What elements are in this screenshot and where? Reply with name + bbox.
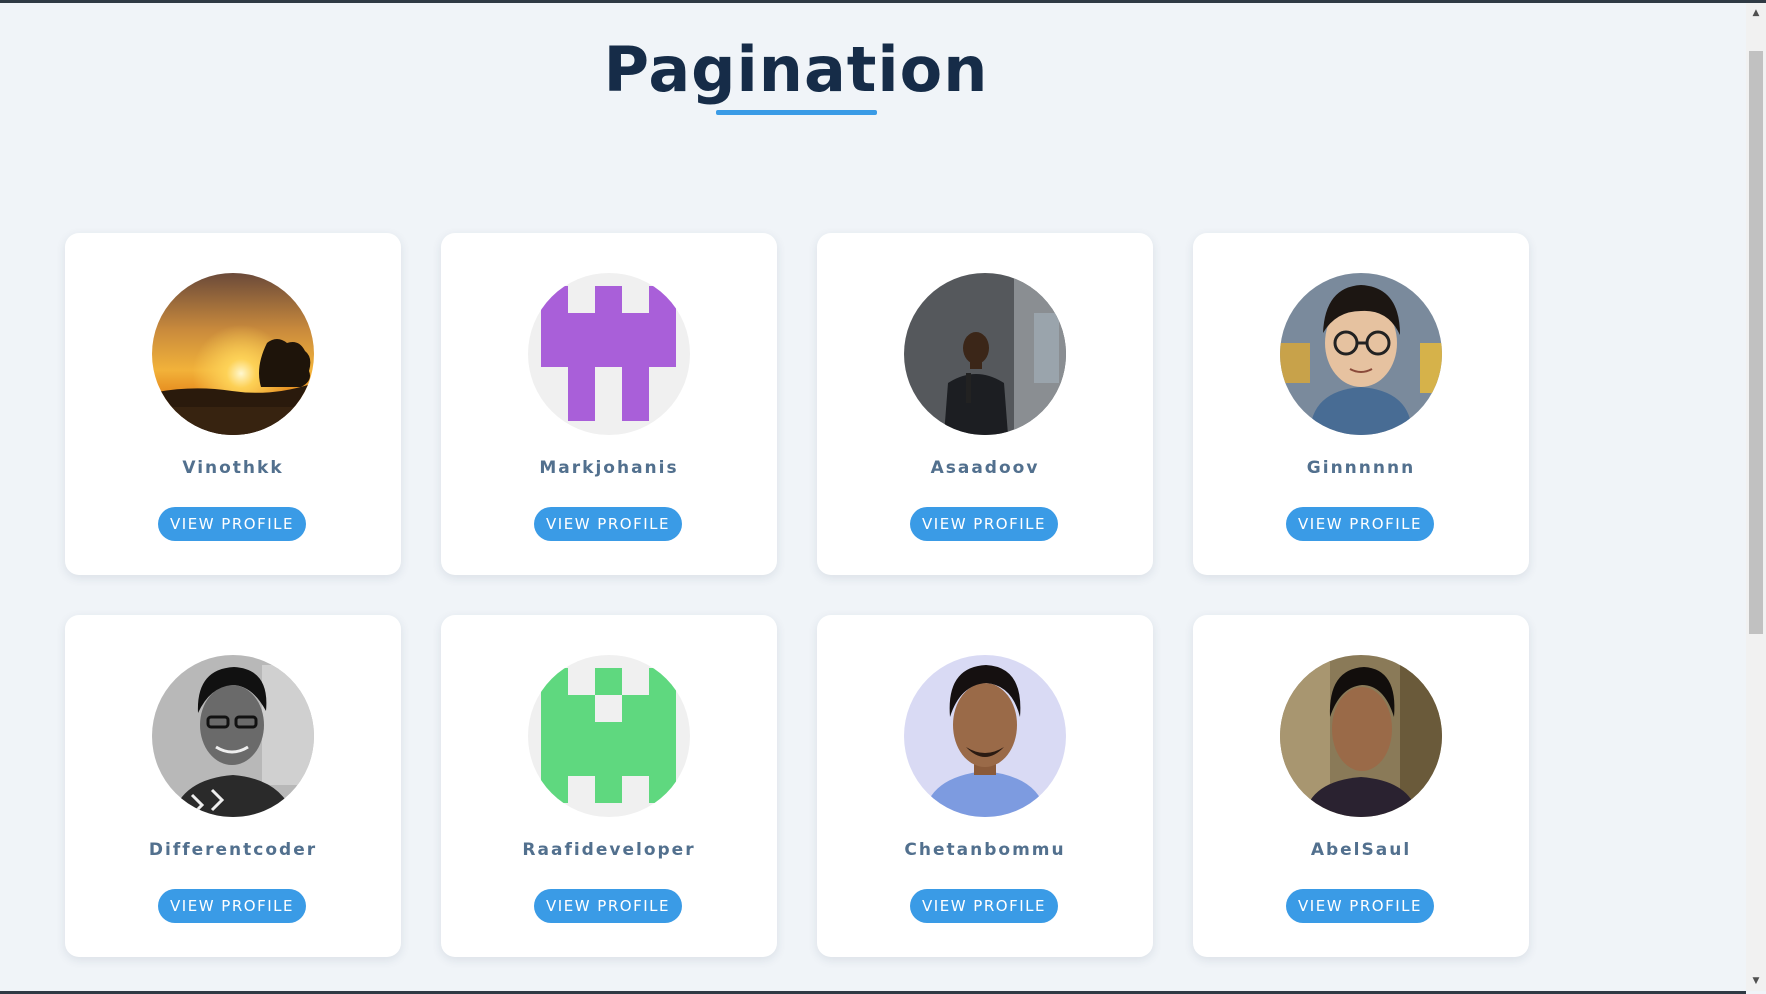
chevron-down-icon[interactable]: ▼ [1746, 973, 1766, 989]
sunset-photo-avatar [152, 273, 314, 435]
profile-card: Vinothkk VIEW PROFILE [65, 233, 401, 575]
view-profile-button[interactable]: VIEW PROFILE [910, 507, 1058, 541]
profile-name: Asaadoov [930, 458, 1040, 478]
view-profile-button[interactable]: VIEW PROFILE [534, 507, 682, 541]
avatar [1280, 655, 1442, 817]
avatar [152, 655, 314, 817]
profile-name: AbelSaul [1310, 840, 1412, 860]
title-underline [716, 110, 877, 115]
page-title: Pagination [603, 33, 989, 106]
profile-name: Markjohanis [539, 458, 679, 478]
main-content: Pagination Vinothkk VIEW PROFILE Markjoh… [0, 3, 1746, 991]
profile-name: Vinothkk [182, 458, 284, 478]
glasses-person-photo-avatar [1280, 273, 1442, 435]
profile-card: AbelSaul VIEW PROFILE [1193, 615, 1529, 957]
avatar [152, 273, 314, 435]
page: Pagination Vinothkk VIEW PROFILE Markjoh… [0, 0, 1766, 994]
view-profile-button[interactable]: VIEW PROFILE [534, 889, 682, 923]
profile-name: Ginnnnnn [1306, 458, 1416, 478]
view-profile-button[interactable]: VIEW PROFILE [158, 507, 306, 541]
outdoor-portrait-photo-avatar [1280, 655, 1442, 817]
profile-card: Markjohanis VIEW PROFILE [441, 233, 777, 575]
profile-card: Raafideveloper VIEW PROFILE [441, 615, 777, 957]
purple-identicon-avatar [528, 273, 690, 435]
bw-portrait-photo-avatar [152, 655, 314, 817]
speaker-photo-avatar [904, 273, 1066, 435]
view-profile-button[interactable]: VIEW PROFILE [1286, 889, 1434, 923]
chevron-up-icon[interactable]: ▲ [1746, 5, 1766, 21]
avatar [528, 273, 690, 435]
avatar [904, 273, 1066, 435]
green-identicon-avatar [528, 655, 690, 817]
profile-grid: Vinothkk VIEW PROFILE Markjohanis VIEW P… [65, 233, 1529, 957]
person-photo-avatar [904, 655, 1066, 817]
view-profile-button[interactable]: VIEW PROFILE [158, 889, 306, 923]
avatar [1280, 273, 1442, 435]
profile-card: Chetanbommu VIEW PROFILE [817, 615, 1153, 957]
scrollbar-thumb[interactable] [1749, 51, 1763, 634]
profile-name: Chetanbommu [904, 840, 1066, 860]
view-profile-button[interactable]: VIEW PROFILE [1286, 507, 1434, 541]
profile-card: Asaadoov VIEW PROFILE [817, 233, 1153, 575]
vertical-scrollbar[interactable]: ▲ ▼ [1746, 3, 1766, 991]
view-profile-button[interactable]: VIEW PROFILE [910, 889, 1058, 923]
profile-card: Differentcoder VIEW PROFILE [65, 615, 401, 957]
avatar [904, 655, 1066, 817]
profile-card: Ginnnnnn VIEW PROFILE [1193, 233, 1529, 575]
profile-name: Differentcoder [148, 840, 318, 860]
profile-name: Raafideveloper [522, 840, 696, 860]
avatar [528, 655, 690, 817]
